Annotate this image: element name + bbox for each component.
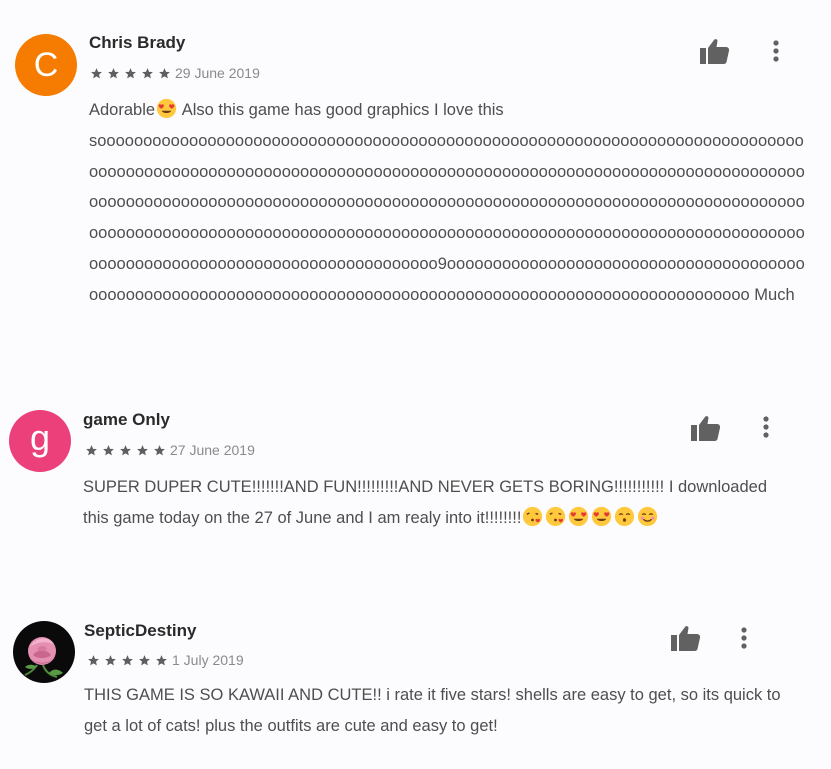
star-icon — [136, 444, 149, 457]
star-icon — [87, 654, 100, 667]
review-meta: 27 June 2019 — [85, 442, 255, 458]
review-author[interactable]: Chris Brady — [89, 33, 185, 53]
more-vert-icon[interactable] — [756, 414, 776, 442]
kissing-heart-emoji-icon — [522, 506, 543, 527]
review-author[interactable]: SepticDestiny — [84, 621, 196, 641]
review-text-lead: Adorable — [89, 101, 156, 119]
review-date: 1 July 2019 — [172, 652, 244, 668]
review-text-line: Adorable Also this game has good graphic… — [89, 95, 805, 126]
star-icon — [104, 654, 117, 667]
star-icon — [138, 654, 151, 667]
more-vert-icon[interactable] — [766, 38, 786, 66]
heart-eyes-emoji-icon — [568, 506, 589, 527]
review-date: 29 June 2019 — [175, 65, 260, 81]
review-text-rest: Also this game has good graphics I love … — [178, 101, 504, 119]
star-rating — [90, 67, 171, 80]
review-meta: 1 July 2019 — [87, 652, 244, 668]
avatar-letter: C — [33, 45, 59, 84]
thumbs-up-icon[interactable] — [670, 624, 702, 652]
heart-eyes-emoji-icon — [156, 98, 177, 119]
star-icon — [107, 67, 120, 80]
heart-eyes-emoji-icon — [591, 506, 612, 527]
review-card: g game Only 27 June 2019 SUPER DUPER CUT… — [0, 380, 831, 590]
star-icon — [90, 67, 103, 80]
star-icon — [155, 654, 168, 667]
review-text: SUPER DUPER CUTE!!!!!!!AND FUN!!!!!!!!!A… — [83, 472, 783, 534]
kissing-smile-emoji-icon — [614, 506, 635, 527]
review-text: Adorable Also this game has good graphic… — [89, 95, 805, 311]
review-text-long: sooooooooooooooooooooooooooooooooooooooo… — [89, 131, 805, 304]
more-vert-icon[interactable] — [734, 625, 754, 653]
star-rating — [87, 654, 168, 667]
smiling-blush-emoji-icon — [637, 506, 658, 527]
avatar[interactable] — [13, 621, 75, 683]
avatar-letter: g — [29, 417, 51, 458]
avatar[interactable]: C — [15, 34, 77, 96]
avatar[interactable]: g — [9, 410, 71, 472]
review-text-content: THIS GAME IS SO KAWAII AND CUTE!! i rate… — [84, 686, 781, 735]
review-date: 27 June 2019 — [170, 442, 255, 458]
star-icon — [102, 444, 115, 457]
thumbs-up-icon[interactable] — [699, 37, 731, 65]
star-icon — [153, 444, 166, 457]
star-icon — [141, 67, 154, 80]
star-icon — [124, 67, 137, 80]
review-card: C Chris Brady 29 June 2019 Adorable Also… — [0, 0, 831, 380]
thumbs-up-icon[interactable] — [690, 414, 722, 442]
review-card: SepticDestiny 1 July 2019 THIS GAME IS S… — [0, 590, 831, 769]
review-text-content: SUPER DUPER CUTE!!!!!!!AND FUN!!!!!!!!!A… — [83, 478, 767, 527]
review-author[interactable]: game Only — [83, 410, 170, 430]
star-icon — [85, 444, 98, 457]
kissing-heart-emoji-icon — [545, 506, 566, 527]
rose-icon — [24, 637, 63, 678]
star-icon — [119, 444, 132, 457]
star-rating — [85, 444, 166, 457]
star-icon — [158, 67, 171, 80]
review-text: THIS GAME IS SO KAWAII AND CUTE!! i rate… — [84, 680, 799, 742]
star-icon — [121, 654, 134, 667]
review-meta: 29 June 2019 — [90, 65, 260, 81]
